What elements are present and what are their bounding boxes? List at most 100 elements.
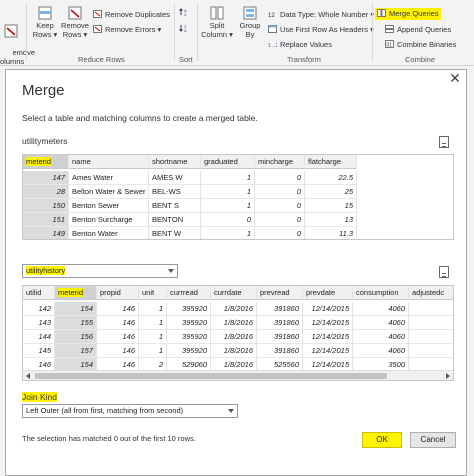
- sort-descending-button[interactable]: ZA: [179, 24, 191, 34]
- match-status-text: The selection has matched 0 out of the f…: [22, 434, 196, 443]
- table-cell: 1/8/2016: [211, 344, 257, 358]
- first-row-headers-icon: [268, 25, 277, 33]
- table-cell: 1: [201, 199, 255, 213]
- data-type-dropdown[interactable]: 12 Data Type: Whole Number ▾: [268, 10, 374, 20]
- column-header-meterid[interactable]: meterid: [23, 155, 69, 169]
- table-cell: BENT W: [149, 227, 201, 239]
- group-by-button[interactable]: Group By: [236, 6, 264, 39]
- first-table-name: utilitymeters: [22, 136, 68, 146]
- svg-text:1→2: 1→2: [268, 43, 277, 48]
- column-header-prevdate[interactable]: prevdate: [303, 286, 353, 300]
- keep-rows-icon: [38, 6, 52, 20]
- replace-values-icon: 1→2: [268, 43, 277, 48]
- table-cell: 151: [23, 213, 69, 227]
- column-header-currdate[interactable]: currdate: [211, 286, 257, 300]
- table-cell: 1: [201, 227, 255, 239]
- column-header-unit[interactable]: unit: [139, 286, 167, 300]
- table-cell: [409, 316, 453, 330]
- second-table-select-value: utilityhistory: [26, 266, 66, 275]
- transform-group-label: Transform: [287, 55, 321, 64]
- remove-columns-button[interactable]: emove olumns: [0, 6, 35, 75]
- table-cell: 4060: [353, 330, 409, 344]
- table-cell: 1/8/2016: [211, 330, 257, 344]
- table-cell: Belton Water & Sewer: [69, 185, 149, 199]
- remove-rows-icon: [68, 6, 82, 20]
- horizontal-scrollbar[interactable]: [23, 370, 453, 380]
- chevron-down-icon: [168, 269, 174, 273]
- column-header-meterid[interactable]: meterid: [55, 286, 97, 300]
- remove-errors-button[interactable]: Remove Errors ▾: [93, 25, 161, 35]
- first-row-headers-label: Use First Row As Headers ▾: [280, 25, 374, 34]
- replace-values-button[interactable]: 1→2Replace Values: [268, 40, 332, 50]
- table-cell: 142: [23, 302, 55, 316]
- column-header-name[interactable]: name: [69, 155, 149, 169]
- document-preview-icon[interactable]: [439, 136, 449, 148]
- table-cell: 4060: [353, 344, 409, 358]
- table-cell: 146: [97, 330, 139, 344]
- first-table-preview: meterid name shortname graduated mincharge fl…: [22, 154, 454, 240]
- scroll-right-icon[interactable]: [446, 373, 450, 379]
- table-cell: 1: [139, 302, 167, 316]
- column-header-flatcharge[interactable]: flatcharge: [305, 155, 357, 169]
- combine-binaries-icon: 01: [385, 40, 394, 48]
- column-header-prevread[interactable]: prevread: [257, 286, 303, 300]
- cancel-button[interactable]: Cancel: [410, 432, 456, 448]
- scroll-left-icon[interactable]: [26, 373, 30, 379]
- remove-duplicates-icon: [93, 10, 102, 18]
- combine-binaries-label: Combine Binaries: [397, 40, 457, 49]
- join-kind-select[interactable]: Left Outer (all from first, matching fro…: [22, 404, 238, 418]
- ok-button[interactable]: OK: [362, 432, 402, 448]
- table-cell: 0: [255, 199, 305, 213]
- table-cell: 1: [139, 316, 167, 330]
- document-preview-icon[interactable]: [439, 266, 449, 278]
- table-cell: 0: [255, 171, 305, 185]
- group-by-label: Group By: [239, 21, 261, 39]
- column-header-propid[interactable]: propid: [97, 286, 139, 300]
- use-first-row-headers-button[interactable]: Use First Row As Headers ▾: [268, 25, 374, 35]
- table-cell: Benton Sewer: [69, 199, 149, 213]
- append-queries-button[interactable]: Append Queries: [385, 25, 451, 35]
- data-type-label: Data Type: Whole Number ▾: [280, 10, 375, 19]
- table-cell: 0: [255, 227, 305, 239]
- merge-queries-button[interactable]: Merge Queries: [375, 8, 441, 20]
- ribbon-separator: [174, 3, 175, 61]
- merge-queries-icon: [377, 9, 386, 17]
- column-header-shortname[interactable]: shortname: [149, 155, 201, 169]
- svg-text:01: 01: [387, 43, 393, 49]
- combine-binaries-button[interactable]: 01 Combine Binaries: [385, 40, 456, 50]
- table-cell: 1: [201, 171, 255, 185]
- close-icon[interactable]: ✕: [448, 70, 462, 87]
- table-cell: 12/14/2015: [303, 316, 353, 330]
- table-cell: [409, 302, 453, 316]
- table-cell: 25: [305, 185, 357, 199]
- table-cell: 1/8/2016: [211, 302, 257, 316]
- remove-duplicates-button[interactable]: Remove Duplicates: [93, 10, 170, 20]
- split-column-icon: [210, 6, 224, 20]
- table-cell: 13: [305, 213, 357, 227]
- table-cell: 143: [23, 316, 55, 330]
- chevron-down-icon: [228, 409, 234, 413]
- keep-rows-button[interactable]: Keep Rows ▾: [31, 6, 59, 39]
- append-queries-label: Append Queries: [397, 25, 452, 34]
- remove-rows-label: Remove Rows ▾: [61, 21, 89, 39]
- table-cell: Benton Water: [69, 227, 149, 239]
- sort-ascending-button[interactable]: AZ: [179, 8, 191, 18]
- table-cell: BEL-WS: [149, 185, 201, 199]
- remove-errors-label: Remove Errors ▾: [105, 25, 162, 34]
- column-header-graduated[interactable]: graduated: [201, 155, 255, 169]
- table-cell: 156: [55, 330, 97, 344]
- second-table-preview: utilid meterid propid unit currread currdate p…: [22, 285, 454, 381]
- table-cell: 28: [23, 185, 69, 199]
- split-column-button[interactable]: Split Column ▾: [201, 6, 233, 39]
- column-header-currread[interactable]: currread: [167, 286, 211, 300]
- second-table-select[interactable]: utilityhistory: [22, 264, 178, 278]
- column-header-mincharge[interactable]: mincharge: [255, 155, 305, 169]
- join-kind-label: Join Kind: [22, 392, 57, 402]
- merge-queries-label: Merge Queries: [389, 9, 439, 18]
- remove-rows-button[interactable]: Remove Rows ▾: [61, 6, 89, 39]
- column-header-adjustedc[interactable]: adjustedc: [409, 286, 453, 300]
- scrollbar-thumb[interactable]: [35, 373, 387, 379]
- column-header-utilid[interactable]: utilid: [23, 286, 55, 300]
- column-header-consumption[interactable]: consumption: [353, 286, 409, 300]
- table-cell: 395920: [167, 302, 211, 316]
